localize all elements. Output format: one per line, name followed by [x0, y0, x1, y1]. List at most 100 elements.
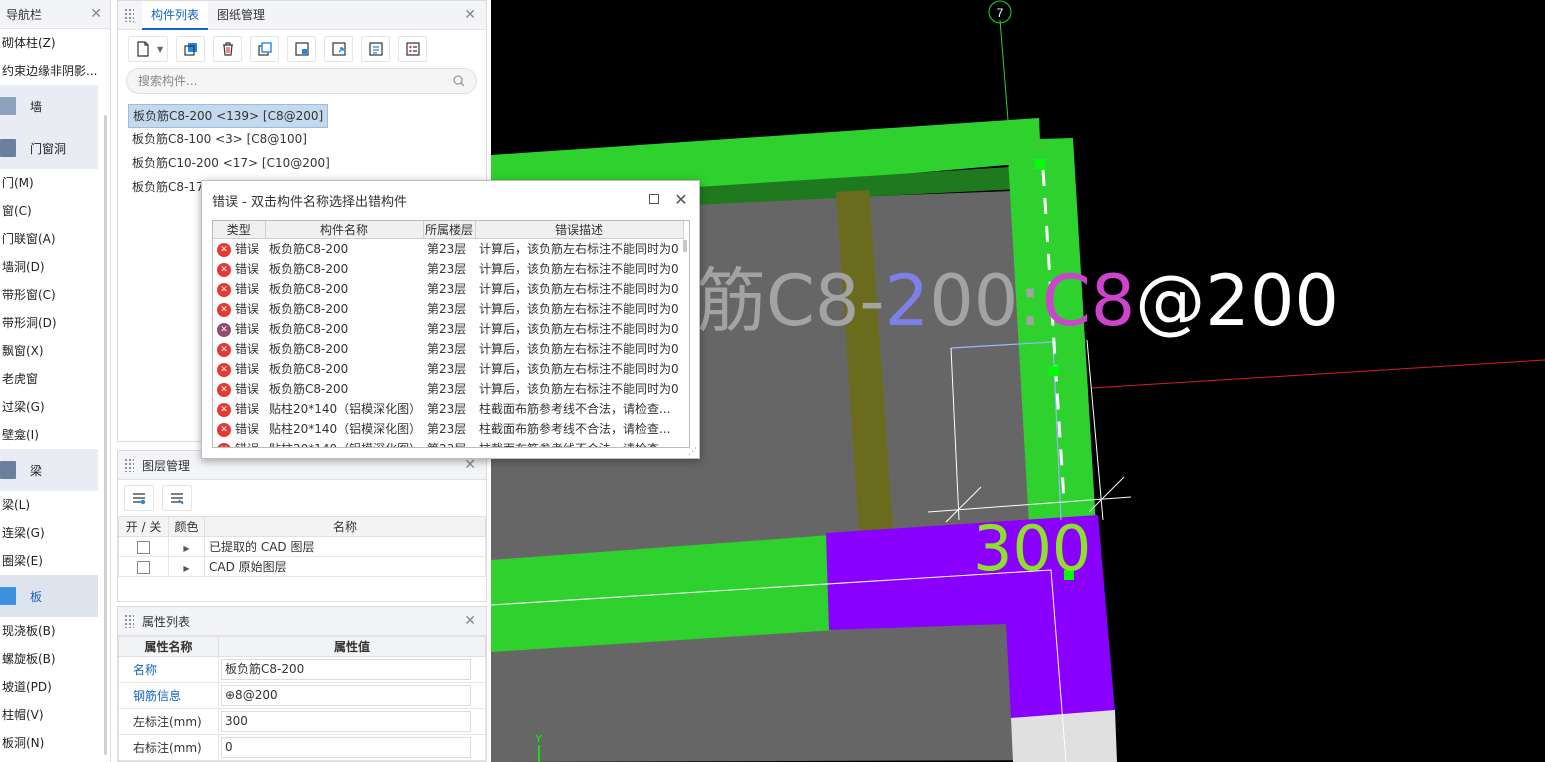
error-component-name[interactable]: 板负筋C8-200 — [265, 379, 423, 399]
nav-item-17[interactable]: 圈梁(E) — [0, 547, 110, 575]
error-description: 柱截面布筋参考线不合法，请检查... — [475, 439, 683, 447]
floor-copy-button[interactable] — [287, 36, 316, 62]
nav-close-icon[interactable]: ✕ — [90, 6, 102, 22]
layer-panel-title: 图层管理 — [142, 458, 191, 473]
expand-arrow-icon[interactable]: ▶ — [183, 564, 189, 573]
drag-grip-icon[interactable] — [124, 458, 134, 472]
nav-item-0[interactable]: 砌体柱(Z) — [0, 29, 110, 57]
error-component-name[interactable]: 板负筋C8-200 — [265, 299, 423, 319]
error-component-name[interactable]: 贴柱20*140（铝模深化图） — [265, 399, 423, 419]
maximize-icon[interactable] — [646, 191, 662, 207]
filter-button[interactable] — [398, 36, 427, 62]
error-col-name[interactable]: 构件名称 — [265, 221, 424, 239]
component-search-input[interactable] — [138, 69, 438, 93]
nav-item-11[interactable]: 老虎窗 — [0, 365, 110, 393]
layer-row[interactable]: ▶ 已提取的 CAD 图层 — [118, 536, 486, 557]
error-row[interactable]: ✕ 错误 板负筋C8-200 第23层 计算后，该负筋左右标注不能同时为0 — [213, 259, 683, 279]
nav-item-19[interactable]: 现浇板(B) — [0, 617, 110, 645]
error-row[interactable]: ✕ 错误 板负筋C8-200 第23层 计算后，该负筋左右标注不能同时为0 — [213, 339, 683, 359]
drag-grip-icon[interactable] — [124, 614, 134, 628]
component-item[interactable]: 板负筋C8-17 — [128, 176, 208, 200]
export-button[interactable] — [324, 36, 353, 62]
nav-item-13[interactable]: 壁龛(I) — [0, 421, 110, 449]
grip-point-top[interactable] — [1035, 159, 1045, 169]
layer-panel-close-icon[interactable]: ✕ — [464, 457, 476, 473]
nav-category-3[interactable]: 门窗洞 — [0, 127, 98, 169]
property-panel-close-icon[interactable]: ✕ — [464, 613, 476, 629]
nav-item-5[interactable]: 窗(C) — [0, 197, 110, 225]
error-component-name[interactable]: 板负筋C8-200 — [265, 339, 423, 359]
nav-item-10[interactable]: 飘窗(X) — [0, 337, 110, 365]
error-row[interactable]: ✕ 错误 板负筋C8-200 第23层 计算后，该负筋左右标注不能同时为0 — [213, 319, 683, 339]
component-panel-close-icon[interactable]: ✕ — [464, 7, 476, 23]
property-value-field[interactable]: 300 — [221, 711, 471, 732]
close-icon[interactable]: ✕ — [673, 190, 689, 209]
show-layers-button[interactable] — [124, 485, 154, 511]
delete-component-button[interactable] — [213, 36, 242, 62]
layer-toggle-checkbox[interactable] — [137, 560, 150, 574]
error-component-name[interactable]: 板负筋C8-200 — [265, 279, 423, 299]
error-component-name[interactable]: 板负筋C8-200 — [265, 259, 423, 279]
tab-drawing-management[interactable]: 图纸管理 — [208, 1, 274, 30]
nav-item-16[interactable]: 连梁(G) — [0, 519, 110, 547]
error-component-name[interactable]: 板负筋C8-200 — [265, 239, 423, 259]
nav-item-23[interactable]: 板洞(N) — [0, 729, 110, 757]
resize-grip-icon[interactable]: ⋰ — [688, 447, 697, 457]
error-dialog-header[interactable]: 错误 - 双击构件名称选择出错构件 ✕ — [202, 181, 699, 219]
error-col-type[interactable]: 类型 — [213, 221, 266, 239]
nav-item-8[interactable]: 带形窗(C) — [0, 281, 110, 309]
nav-item-21[interactable]: 坡道(PD) — [0, 673, 110, 701]
tab-component-list[interactable]: 构件列表 — [142, 1, 209, 30]
error-row[interactable]: ✕ 错误 板负筋C8-200 第23层 计算后，该负筋左右标注不能同时为0 — [213, 299, 683, 319]
nav-category-2[interactable]: 墙 — [0, 85, 98, 127]
properties-button[interactable] — [361, 36, 390, 62]
error-col-desc[interactable]: 错误描述 — [475, 221, 684, 239]
nav-item-12[interactable]: 过梁(G) — [0, 393, 110, 421]
error-row[interactable]: ✕ 错误 板负筋C8-200 第23层 计算后，该负筋左右标注不能同时为0 — [213, 239, 683, 259]
nav-item-4[interactable]: 门(M) — [0, 169, 110, 197]
error-row[interactable]: ✕ 错误 板负筋C8-200 第23层 计算后，该负筋左右标注不能同时为0 — [213, 359, 683, 379]
nav-item-9[interactable]: 带形洞(D) — [0, 309, 110, 337]
nav-item-1[interactable]: 约束边缘非阴影... — [0, 57, 110, 85]
error-col-floor[interactable]: 所属楼层 — [423, 221, 476, 239]
error-row[interactable]: ✕错误贴柱20*140（铝模深化图）第23层柱截面布筋参考线不合法，请检查... — [213, 399, 683, 419]
property-value-field[interactable]: 0 — [221, 737, 471, 758]
nav-item-7[interactable]: 墙洞(D) — [0, 253, 110, 281]
nav-category-18[interactable]: 板 — [0, 575, 98, 617]
nav-item-15[interactable]: 梁(L) — [0, 491, 110, 519]
error-table-scrollbar[interactable] — [683, 240, 687, 252]
category-icon — [0, 139, 16, 157]
expand-arrow-icon[interactable]: ▶ — [183, 544, 189, 553]
error-component-name[interactable]: 板负筋C8-200 — [265, 319, 423, 339]
nav-scrollbar[interactable] — [104, 115, 107, 755]
property-value-field[interactable]: 板负筋C8-200 — [221, 659, 471, 680]
error-row[interactable]: ✕错误贴柱20*140（铝模深化图）第23层柱截面布筋参考线不合法，请检查... — [213, 419, 683, 439]
nav-category-14[interactable]: 梁 — [0, 449, 98, 491]
property-value-field[interactable]: ⊕8@200 — [221, 685, 471, 706]
new-component-button[interactable]: ▼ — [128, 36, 168, 62]
error-component-name[interactable]: 贴柱20*140（铝模深化图） — [265, 439, 423, 447]
grip-point-middle[interactable] — [1049, 366, 1059, 376]
nav-item-6[interactable]: 门联窗(A) — [0, 225, 110, 253]
nav-item-20[interactable]: 螺旋板(B) — [0, 645, 110, 673]
error-component-name[interactable]: 板负筋C8-200 — [265, 359, 423, 379]
layer-toggle-checkbox[interactable] — [137, 540, 150, 554]
nav-item-22[interactable]: 柱帽(V) — [0, 701, 110, 729]
error-row[interactable]: ✕ 错误 板负筋C8-200 第23层 计算后，该负筋左右标注不能同时为0 — [213, 379, 683, 399]
duplicate-layer-button[interactable] — [250, 36, 279, 62]
component-item[interactable]: 板负筋C8-100 <3> [C8@100] — [128, 128, 311, 152]
error-component-name[interactable]: 贴柱20*140（铝模深化图） — [265, 419, 423, 439]
chevron-down-icon[interactable]: ▼ — [157, 45, 163, 54]
component-item[interactable]: 板负筋C10-200 <17> [C10@200] — [128, 152, 334, 176]
rebar-label-part5: @200 — [1135, 260, 1339, 342]
component-item[interactable]: 板负筋C8-200 <139> [C8@200] — [128, 104, 329, 128]
layer-row[interactable]: ▶ CAD 原始图层 — [118, 556, 486, 577]
drag-grip-icon[interactable] — [124, 8, 134, 22]
error-row[interactable]: ✕错误贴柱20*140（铝模深化图）第23层柱截面布筋参考线不合法，请检查... — [213, 439, 683, 447]
error-row[interactable]: ✕ 错误 板负筋C8-200 第23层 计算后，该负筋左右标注不能同时为0 — [213, 279, 683, 299]
copy-component-button[interactable] — [176, 36, 205, 62]
nav-category-label: 梁 — [30, 463, 43, 478]
hide-layers-button[interactable] — [162, 485, 192, 511]
green-axis-line — [999, 19, 1009, 121]
search-icon[interactable] — [452, 74, 466, 88]
